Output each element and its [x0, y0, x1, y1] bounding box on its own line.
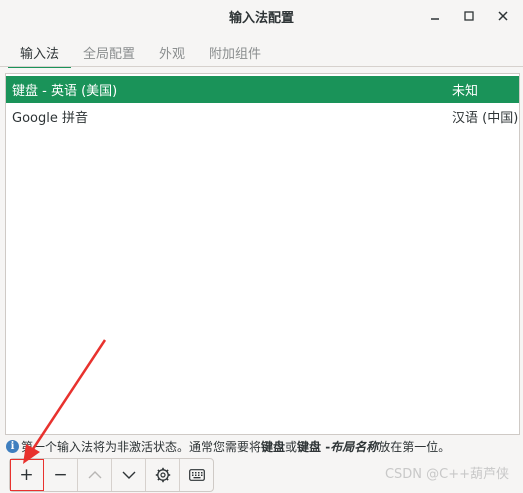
hint-text: i 第一个输入法将为非激活状态。通常您需要将 键盘或键盘 - 布局名称 放在第一位。 — [6, 437, 450, 455]
configure-button[interactable] — [146, 459, 180, 491]
gear-icon — [155, 467, 170, 483]
remove-input-method-button[interactable]: − — [44, 459, 78, 491]
tab-divider — [0, 66, 523, 67]
chevron-down-icon — [122, 471, 135, 479]
keyboard-icon — [188, 469, 205, 481]
tab-appearance[interactable]: 外观 — [147, 38, 197, 66]
maximize-icon — [464, 11, 474, 21]
input-method-config-window: 输入法配置 输入法 全局配置 外观 附加组件 键盘 - 英语 (美国) 未知 G… — [0, 0, 523, 493]
window-controls — [425, 6, 513, 26]
input-method-list[interactable]: 键盘 - 英语 (美国) 未知 Google 拼音 汉语 (中国) — [5, 73, 520, 435]
window-title: 输入法配置 — [228, 10, 294, 26]
info-icon: i — [6, 439, 19, 453]
input-method-language: 未知 — [452, 84, 479, 99]
move-up-button[interactable] — [78, 459, 112, 491]
list-toolbar: + − — [9, 458, 214, 492]
input-method-name: Google 拼音 — [12, 111, 88, 126]
hint-bold2: 键盘 - — [297, 439, 331, 454]
titlebar: 输入法配置 — [0, 0, 523, 32]
remove-icon: − — [53, 465, 68, 485]
hint-italic: 布局名称 — [330, 439, 379, 454]
add-input-method-button[interactable]: + — [10, 459, 44, 491]
input-method-name: 键盘 - 英语 (美国) — [12, 84, 118, 99]
list-item[interactable]: 键盘 - 英语 (美国) 未知 — [6, 76, 519, 103]
move-down-button[interactable] — [112, 459, 146, 491]
tab-addons[interactable]: 附加组件 — [197, 38, 273, 66]
hint-part2: 或 — [285, 439, 298, 454]
tab-input-method[interactable]: 输入法 — [8, 38, 72, 68]
minimize-button[interactable] — [425, 6, 445, 26]
minimize-icon — [431, 18, 439, 20]
close-icon — [498, 11, 508, 21]
tab-global-config[interactable]: 全局配置 — [71, 38, 147, 66]
tab-bar: 输入法 全局配置 外观 附加组件 — [8, 38, 273, 68]
close-button[interactable] — [493, 6, 513, 26]
input-method-language: 汉语 (中国) — [452, 111, 519, 126]
chevron-up-icon — [88, 471, 101, 479]
keyboard-layout-button[interactable] — [180, 459, 213, 491]
hint-bold1: 键盘 — [261, 439, 286, 454]
list-item[interactable]: Google 拼音 汉语 (中国) — [6, 103, 519, 130]
hint-part3: 放在第一位。 — [378, 439, 451, 454]
add-icon: + — [19, 465, 34, 485]
maximize-button[interactable] — [459, 6, 479, 26]
watermark: CSDN @C++葫芦侠 — [384, 467, 509, 482]
hint-part1: 第一个输入法将为非激活状态。通常您需要将 — [21, 439, 262, 454]
